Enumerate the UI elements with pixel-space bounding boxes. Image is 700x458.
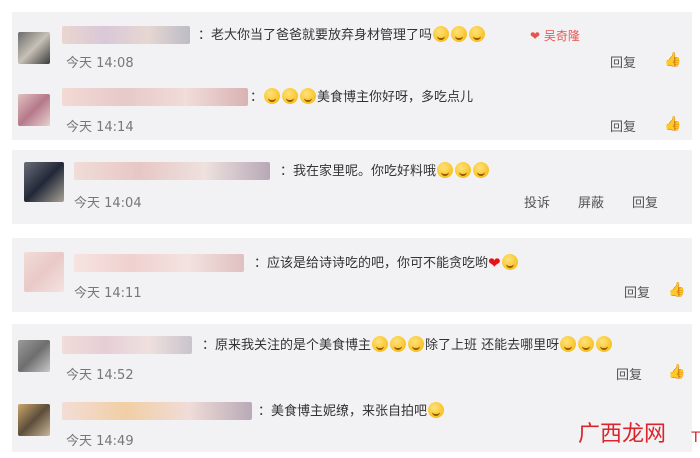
username-blurred[interactable] — [74, 162, 270, 180]
avatar[interactable] — [18, 94, 50, 126]
comment-row: ：美食博主你好呀，多吃点儿 今天 14:14 回复 👍 — [12, 76, 692, 140]
laugh-emoji-icon — [300, 88, 317, 104]
reply-button[interactable]: 回复 — [632, 192, 658, 211]
laugh-emoji-icon — [469, 26, 486, 42]
smile-emoji-icon — [473, 162, 490, 178]
comment-time: 今天 14:08 — [66, 56, 134, 71]
avatar[interactable] — [24, 162, 64, 202]
smile-emoji-icon — [501, 254, 518, 270]
heart-icon: ❤ — [488, 254, 501, 272]
comment-text: ：老大你当了爸爸就要放弃身材管理了吗 — [198, 26, 486, 45]
reply-button[interactable]: 回复 — [616, 364, 642, 383]
reply-button[interactable]: 回复 — [610, 52, 636, 71]
comment-time: 今天 14:52 — [66, 368, 134, 383]
username-blurred[interactable] — [62, 336, 192, 354]
username-blurred[interactable] — [62, 26, 190, 44]
comment-card-3: ：应该是给诗诗吃的吧，你可不能贪吃哟❤ 今天 14:11 回复 👍 — [12, 238, 692, 312]
comment-row: ：原来我关注的是个美食博主 除了上班 还能去哪里呀 今天 14:52 回复 👍 — [12, 324, 692, 388]
comment-text: ：应该是给诗诗吃的吧，你可不能贪吃哟❤ — [254, 254, 519, 273]
comment-text: ：我在家里呢。你吃好料哦 — [280, 162, 490, 181]
laugh-emoji-icon — [282, 88, 299, 104]
liked-badge: ❤ 吴奇隆 — [530, 29, 580, 43]
laugh-emoji-icon — [264, 88, 281, 104]
avatar[interactable] — [24, 252, 64, 292]
grin-emoji-icon — [428, 402, 445, 418]
cry-laugh-emoji-icon — [578, 336, 595, 352]
comment-text: ：原来我关注的是个美食博主 除了上班 还能去哪里呀 — [202, 336, 613, 355]
cry-laugh-emoji-icon — [596, 336, 613, 352]
comment-time: 今天 14:14 — [66, 120, 134, 135]
thumbs-up-icon[interactable]: 👍 — [664, 52, 681, 68]
comment-row: ：老大你当了爸爸就要放弃身材管理了吗 ❤ 吴奇隆 今天 14:08 回复 👍 — [12, 12, 692, 76]
laugh-emoji-icon — [451, 26, 468, 42]
username-blurred[interactable] — [62, 88, 248, 106]
heart-icon: ❤ — [530, 29, 541, 43]
cry-laugh-emoji-icon — [560, 336, 577, 352]
block-button[interactable]: 屏蔽 — [578, 192, 604, 211]
avatar[interactable] — [18, 404, 50, 436]
username-blurred[interactable] — [74, 254, 244, 272]
thumbs-up-icon[interactable]: 👍 — [664, 116, 681, 132]
laugh-emoji-icon — [390, 336, 407, 352]
watermark-logo: 广西龙网 — [577, 422, 666, 447]
reply-button[interactable]: 回复 — [610, 116, 636, 135]
comment-text: ：美食博主你好呀，多吃点儿 — [250, 88, 474, 105]
thumbs-up-icon[interactable]: 👍 — [668, 282, 685, 298]
avatar[interactable] — [18, 340, 50, 372]
reply-button[interactable]: 回复 — [624, 282, 650, 301]
comment-card-2: ：我在家里呢。你吃好料哦 今天 14:04 投诉 屏蔽 回复 — [12, 150, 692, 224]
laugh-emoji-icon — [408, 336, 425, 352]
smile-emoji-icon — [455, 162, 472, 178]
smile-emoji-icon — [437, 162, 454, 178]
watermark-mark: T — [691, 430, 700, 446]
laugh-emoji-icon — [372, 336, 389, 352]
comment-text: ：美食博主妮缭，来张自拍吧 — [258, 402, 445, 421]
comment-card-1: ：老大你当了爸爸就要放弃身材管理了吗 ❤ 吴奇隆 今天 14:08 回复 👍 ：… — [12, 12, 692, 140]
comment-time: 今天 14:49 — [66, 434, 134, 449]
thumbs-up-icon[interactable]: 👍 — [668, 364, 685, 380]
laugh-emoji-icon — [433, 26, 450, 42]
comment-time: 今天 14:11 — [74, 286, 142, 301]
comment-time: 今天 14:04 — [74, 196, 142, 211]
avatar[interactable] — [18, 32, 50, 64]
report-button[interactable]: 投诉 — [524, 192, 550, 211]
username-blurred[interactable] — [62, 402, 252, 420]
